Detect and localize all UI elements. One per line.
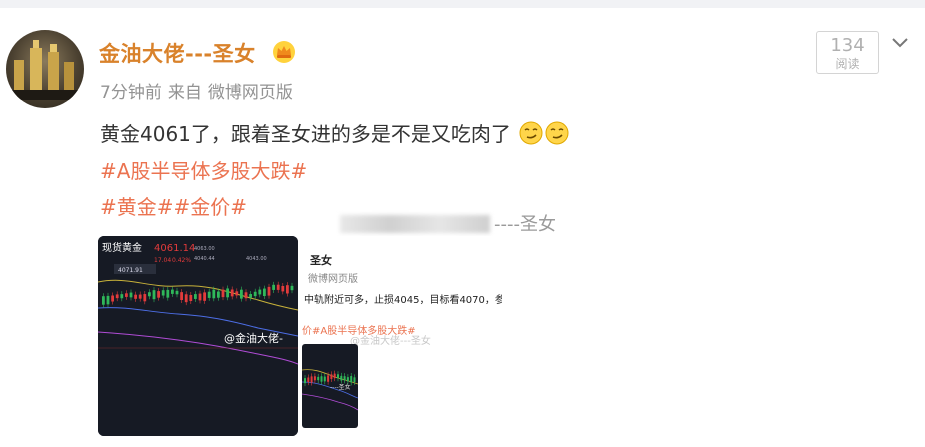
candle-body <box>317 376 320 381</box>
candle-body <box>230 289 234 297</box>
candle-body <box>235 291 239 296</box>
hashtag-line-1[interactable]: #A股半导体多股大跌# <box>100 155 307 184</box>
image2-name: 圣女 <box>310 254 332 267</box>
candle-body <box>125 293 128 297</box>
candle-body <box>166 289 170 298</box>
candle-body <box>175 290 179 295</box>
candle-body <box>310 376 313 383</box>
candle-body <box>276 284 280 290</box>
image2-source: 微博网页版 <box>308 274 358 285</box>
candle-body <box>258 289 262 295</box>
candle-body <box>189 294 193 302</box>
candle-body <box>244 292 248 299</box>
candle-body <box>194 294 197 299</box>
candle-body <box>340 375 343 381</box>
candle-body <box>304 378 306 384</box>
candle-body <box>327 375 330 382</box>
top-strip <box>0 0 925 8</box>
candle-body <box>281 285 285 292</box>
chart-symbol: 现货黄金 <box>102 241 142 254</box>
candle-body <box>249 294 252 298</box>
chart-change-pct: 0.42% <box>172 257 191 264</box>
post-image-2[interactable]: 圣女 微博网页版 中轨附近可多，止损4045，目标看4070，参 价#A股半导体… <box>302 236 502 436</box>
candle-body <box>212 289 216 299</box>
candle-body <box>290 285 294 291</box>
avatar[interactable] <box>6 30 84 108</box>
candlestick-chart: 现货黄金 4061.14 17.04 0.42% 4063.00 4040.44… <box>98 236 298 436</box>
image1-watermark: @金油大佬- <box>224 331 283 345</box>
candle-body <box>333 373 336 379</box>
candle-body <box>267 286 271 296</box>
image2-thumb-label: ----圣女 <box>330 384 351 391</box>
candle-body <box>240 289 243 299</box>
source-prefix: 来自 <box>167 83 202 103</box>
candle-body <box>157 291 160 298</box>
candle-body <box>198 293 202 301</box>
candle-body <box>203 292 206 301</box>
post-text: 黄金4061了，跟着圣女进的多是不是又吃肉了 <box>100 118 569 147</box>
candle-body <box>337 374 339 379</box>
chart-stat-2: 4040.44 <box>194 256 215 262</box>
candle-body <box>111 295 114 302</box>
post-time[interactable]: 7分钟前 <box>100 83 162 103</box>
candle-body <box>221 289 225 298</box>
candle-body <box>320 376 323 382</box>
read-count-box: 134 阅读 <box>816 31 879 74</box>
chart-price: 4061.14 <box>154 243 195 254</box>
post-image-1[interactable]: 现货黄金 4061.14 17.04 0.42% 4063.00 4040.44… <box>98 236 298 436</box>
hashtag-line-2[interactable]: #黄金##金价# <box>100 191 247 220</box>
image2-watermark: @金油大佬---圣女 <box>350 336 431 347</box>
candle-body <box>263 288 266 297</box>
candle-body <box>286 285 289 294</box>
candle-body <box>330 374 333 379</box>
image2-thumb: ----圣女 <box>302 344 359 428</box>
chart-stat-1: 4063.00 <box>194 246 215 252</box>
candle-body <box>184 294 188 303</box>
candle-body <box>134 294 137 299</box>
candle-body <box>171 289 174 294</box>
candle-body <box>307 377 310 383</box>
candle-body <box>102 296 105 305</box>
smirk-emoji-icon <box>545 121 569 145</box>
candle-body <box>152 290 156 300</box>
candle-body <box>253 291 257 297</box>
post-source[interactable]: 微博网页版 <box>208 83 293 103</box>
read-count: 134 <box>830 35 865 56</box>
candle-body <box>217 291 220 298</box>
chart-price-tag: 4071.91 <box>118 267 143 274</box>
image2-header-text: ----圣女 <box>494 214 556 235</box>
candle-body <box>138 294 142 299</box>
candle-body <box>226 288 229 298</box>
candle-body <box>272 284 275 290</box>
chart-change: 17.04 <box>154 257 171 264</box>
candle-body <box>148 292 151 297</box>
crown-badge-icon <box>273 41 295 63</box>
candle-body <box>313 376 316 381</box>
post-meta: 7分钟前 来自 微博网页版 <box>100 78 299 103</box>
candle-body <box>180 292 183 300</box>
read-label: 阅读 <box>835 57 860 71</box>
chart-stat-3: 4043.00 <box>246 256 267 262</box>
candle-body <box>353 377 356 383</box>
image2-blurred-header: ----圣女 <box>340 210 556 236</box>
smirk-emoji-icon <box>519 121 543 145</box>
post-body: 黄金4061了，跟着圣女进的多是不是又吃肉了 <box>100 122 511 146</box>
candle-body <box>106 295 110 305</box>
candle-body <box>143 294 147 302</box>
candle-body <box>115 294 119 299</box>
candle-body <box>323 376 326 382</box>
candle-body <box>120 294 124 299</box>
candle-body <box>343 376 346 381</box>
candle-body <box>161 290 165 296</box>
author-name[interactable]: 金油大佬---圣女 <box>99 38 256 68</box>
candle-body <box>207 291 211 298</box>
image2-text: 中轨附近可多，止损4045，目标看4070，参 <box>304 295 502 306</box>
chevron-down-icon[interactable] <box>890 36 910 50</box>
candle-body <box>129 292 133 298</box>
candle-body <box>346 377 349 382</box>
